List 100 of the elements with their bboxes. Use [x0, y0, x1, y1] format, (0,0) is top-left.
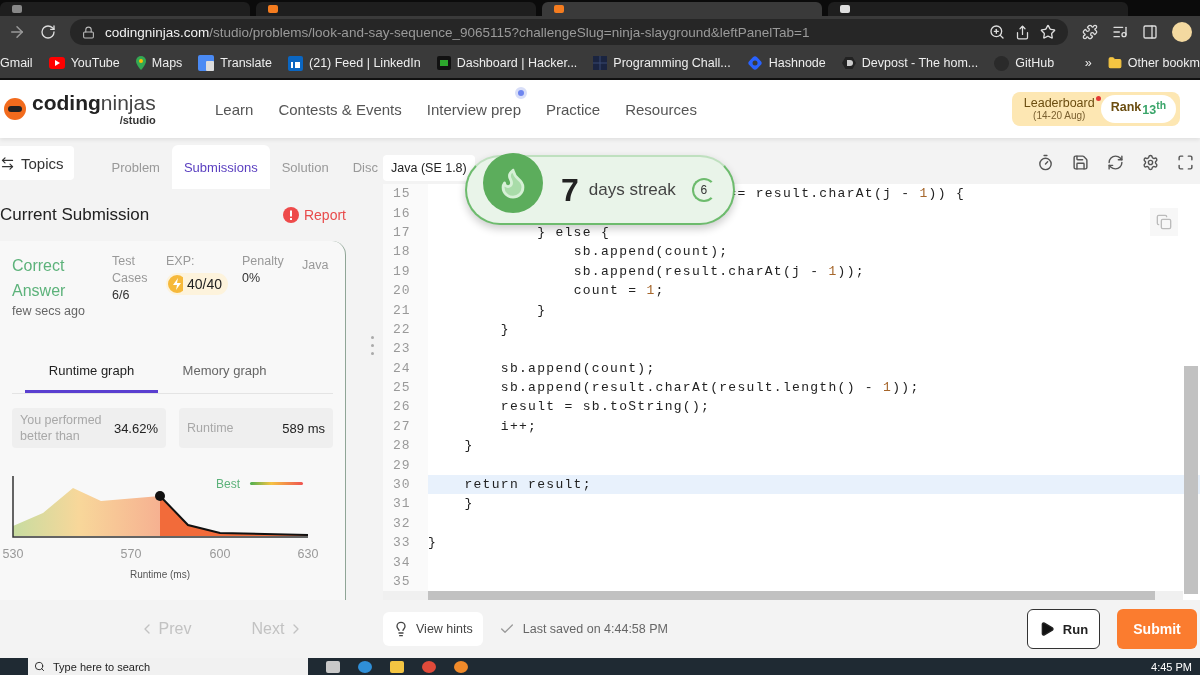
folder-icon[interactable] — [390, 660, 404, 673]
taskbar-clock: 4:45 PM — [1151, 660, 1192, 673]
site-logo-subtitle: /studio — [119, 115, 156, 126]
arrows-icon — [0, 155, 15, 171]
nav-link[interactable]: Resources — [625, 86, 705, 118]
site-logo-text[interactable]: codingninjas — [32, 92, 156, 113]
nav-link[interactable]: Interview prep — [426, 86, 529, 118]
bookmark-link[interactable]: Gmail — [0, 56, 33, 70]
code-line: return result; — [464, 477, 592, 493]
extensions-icon[interactable] — [1082, 24, 1098, 40]
nav-link[interactable]: Practice — [546, 86, 609, 118]
code-line: sb.append(result.charAt(j - 1)); — [573, 263, 865, 279]
ninja-logo-icon — [4, 98, 26, 120]
nav-link[interactable]: Learn — [215, 86, 262, 118]
code-line: count = 1; — [573, 283, 665, 299]
tab-favicon-icon — [840, 5, 850, 13]
run-button[interactable]: Run — [1027, 609, 1100, 649]
bookmark-link[interactable]: Devpost - The hom... — [841, 56, 979, 70]
app-icon[interactable] — [454, 660, 468, 673]
language-label: Java — [302, 257, 330, 274]
axis-tick-label: 530 — [2, 547, 24, 561]
translate-icon — [198, 55, 215, 71]
bookmark-link[interactable]: GitHub — [994, 55, 1055, 71]
bookmark-link[interactable]: Translate — [198, 55, 272, 71]
line-number: 21 — [383, 300, 428, 320]
code-line: } — [464, 496, 474, 512]
code-line: } else { — [537, 224, 611, 240]
scrollbar-thumb[interactable] — [428, 591, 1155, 600]
line-number: 18 — [383, 242, 428, 262]
grid-icon — [593, 56, 608, 70]
media-icon[interactable] — [1112, 24, 1128, 40]
reset-icon[interactable] — [1107, 154, 1124, 171]
leaderboard-button[interactable]: Leaderboard (14-20 Aug) Rank13$^{th}$ — [1011, 92, 1180, 126]
section-title: Current Submission — [0, 205, 150, 225]
settings-icon[interactable] — [1142, 154, 1159, 171]
browser-icon[interactable] — [422, 660, 436, 673]
code-line: result = sb.toString(); — [500, 399, 711, 415]
panel-tab[interactable]: Submissions — [171, 145, 270, 189]
line-number: 33 — [383, 533, 428, 553]
legend-label: Best — [216, 477, 240, 491]
language-select[interactable]: Java (SE 1.8) — [383, 155, 475, 181]
line-number: 34 — [383, 552, 428, 572]
stat-label: Test Cases — [112, 253, 149, 287]
search-icon — [34, 661, 45, 672]
streak-badge: 6 — [691, 178, 716, 202]
code-line: } — [464, 438, 474, 454]
view-hints-button[interactable]: View hints — [383, 612, 483, 646]
profile-avatar[interactable] — [1172, 22, 1192, 42]
line-number: 16 — [383, 203, 428, 223]
topics-button[interactable]: Topics — [0, 146, 74, 180]
code-line: } — [500, 321, 510, 337]
task-view-icon[interactable] — [326, 660, 340, 673]
graph-tab[interactable]: Runtime graph — [25, 351, 158, 393]
bookmark-link[interactable]: Programming Chall... — [593, 56, 731, 70]
line-number: 29 — [383, 455, 428, 475]
bookmark-link[interactable]: (21) Feed | LinkedIn — [288, 55, 421, 71]
bookmark-link[interactable]: Maps — [135, 56, 183, 70]
notification-dot — [515, 86, 527, 99]
reload-icon[interactable] — [40, 24, 56, 40]
stat-value: 6/6 — [112, 287, 131, 304]
axis-tick-label: 570 — [120, 547, 142, 561]
taskbar-search-field[interactable]: Type here to search — [28, 658, 308, 675]
map-pin-icon — [135, 56, 146, 70]
bookmark-link[interactable]: YouTube — [48, 56, 120, 70]
square-logo-icon — [436, 56, 451, 70]
graph-tab[interactable]: Memory graph — [158, 351, 291, 393]
other-bookmarks-folder[interactable]: Other bookm — [1107, 56, 1200, 70]
bookmark-link[interactable]: Hashnode — [746, 55, 826, 71]
stat-value: 0% — [242, 270, 262, 287]
zoom-icon[interactable] — [989, 24, 1005, 40]
save-icon[interactable] — [1072, 154, 1089, 171]
lock-icon — [82, 25, 95, 39]
tab-favicon-icon — [268, 5, 278, 13]
browser-icon[interactable] — [358, 660, 372, 673]
bookmark-link[interactable]: Dashboard | Hacker... — [436, 56, 578, 70]
report-link[interactable]: Report — [282, 207, 346, 223]
square-logo-icon — [288, 55, 303, 71]
timer-icon[interactable] — [1037, 154, 1054, 171]
axis-tick-label: 600 — [209, 547, 231, 561]
forward-icon[interactable] — [8, 23, 26, 41]
code-line: } — [537, 302, 547, 318]
more-bookmarks-button[interactable]: » — [1084, 56, 1092, 70]
share-icon[interactable] — [1015, 24, 1030, 40]
tab-favicon-icon — [12, 5, 22, 13]
resize-handle[interactable] — [371, 336, 374, 355]
bookmark-star-icon[interactable] — [1040, 24, 1056, 40]
address-bar[interactable]: codingninjas.com/studio/problems/look-and-say-sequence_9065115?challengeSlug=ninja-slayground&leftPanelTab=1 — [70, 19, 1068, 45]
side-panel-icon[interactable] — [1142, 24, 1158, 40]
scrollbar-thumb[interactable] — [1184, 366, 1198, 594]
fullscreen-icon[interactable] — [1177, 154, 1194, 171]
code-line: sb.append(result.charAt(result.length() - 1)); — [500, 380, 920, 396]
stat-box: Runtime 589 ms — [179, 408, 333, 448]
streak-count: 7 — [561, 171, 579, 209]
exp-badge: 40/40 — [166, 273, 228, 295]
submission-time: few secs ago — [12, 303, 86, 320]
line-number: 31 — [383, 494, 428, 514]
save-status: Last saved on 4:44:58 PM — [522, 622, 668, 636]
alert-icon — [282, 207, 299, 223]
nav-link[interactable]: Contests & Events — [278, 86, 410, 118]
result-status: Correct Answer — [12, 256, 67, 301]
